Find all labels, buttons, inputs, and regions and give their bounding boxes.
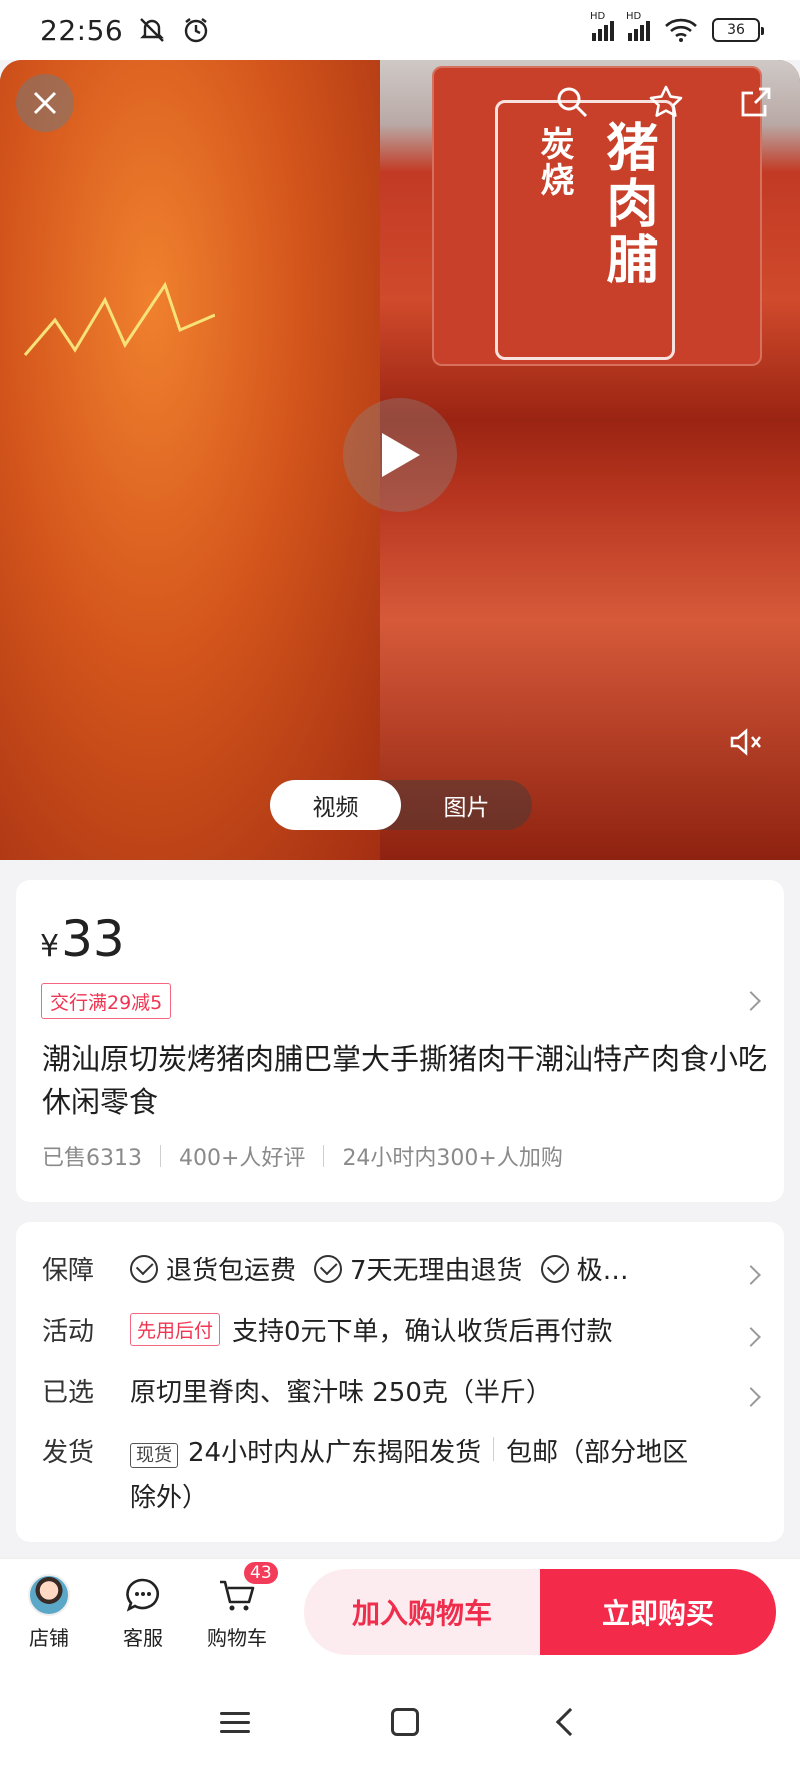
product-image-left xyxy=(0,60,380,860)
price-value: 33 xyxy=(61,910,125,968)
check-icon xyxy=(314,1254,343,1283)
mute-icon xyxy=(730,728,761,756)
buy-now-button[interactable]: 立即购买 xyxy=(540,1569,776,1655)
selected-variant: 原切里脊肉、蜜汁味 250克（半斤） xyxy=(130,1378,552,1408)
battery-level: 36 xyxy=(727,22,745,38)
activity-row[interactable]: 活动 先用后付 支持0元下单，确认收货后再付款 xyxy=(42,1311,758,1348)
check-icon xyxy=(540,1254,569,1283)
customer-service-button[interactable]: 客服 xyxy=(96,1574,190,1651)
service-label: 客服 xyxy=(123,1626,163,1650)
selected-row[interactable]: 已选 原切里脊肉、蜜汁味 250克（半斤） xyxy=(42,1372,758,1409)
selected-label: 已选 xyxy=(42,1378,95,1408)
activity-label: 活动 xyxy=(42,1317,95,1347)
star-icon xyxy=(649,85,683,117)
cart-count-badge: 43 xyxy=(242,1560,280,1586)
status-time: 22:56 xyxy=(40,13,124,47)
store-button[interactable]: 店铺 xyxy=(2,1574,96,1651)
bottom-action-bar: 店铺 客服 购物车 43 加入购物车 立即购买 xyxy=(0,1558,800,1666)
guarantee-label: 保障 xyxy=(42,1256,95,1286)
add-to-cart-button[interactable]: 加入购物车 xyxy=(304,1569,540,1655)
tab-images[interactable]: 图片 xyxy=(401,780,532,830)
chat-icon xyxy=(126,1578,159,1612)
check-icon xyxy=(130,1254,158,1283)
recent-add-count: 24小时内300+人加购 xyxy=(342,1146,563,1171)
menu-icon[interactable] xyxy=(220,1706,251,1739)
product-price: ¥ 33 xyxy=(40,910,125,968)
guarantee-row[interactable]: 保障 退货包运费 7天无理由退货 极… xyxy=(42,1250,758,1287)
package-text-small: 炭烧 xyxy=(534,126,574,198)
shipping-row: 发货 现货 24小时内从广东揭阳发货 包邮（部分地区除外） xyxy=(42,1432,758,1519)
share-icon xyxy=(741,87,771,117)
shipping-label: 发货 xyxy=(42,1438,95,1468)
media-tabs: 视频 图片 xyxy=(270,780,532,830)
cart-label: 购物车 xyxy=(207,1626,267,1650)
close-button[interactable] xyxy=(16,74,74,132)
sold-count: 已售6313 xyxy=(42,1146,142,1171)
pay-later-badge: 先用后付 xyxy=(130,1313,221,1346)
close-icon xyxy=(33,91,57,115)
shipping-time: 24小时内从广东揭阳发货 xyxy=(188,1438,482,1468)
alarm-icon xyxy=(185,18,208,43)
store-label: 店铺 xyxy=(29,1626,69,1650)
sparkle-doodle xyxy=(23,281,215,356)
product-stats: 已售6313 400+人好评 24小时内300+人加购 xyxy=(42,1140,563,1172)
promo-chevron-icon[interactable] xyxy=(741,991,761,1011)
play-button[interactable] xyxy=(343,398,457,512)
play-icon xyxy=(382,433,420,477)
promo-tag[interactable]: 交行满29减5 xyxy=(41,983,172,1019)
back-icon[interactable] xyxy=(555,1707,584,1737)
guarantee-item: 极… xyxy=(576,1256,629,1286)
home-icon[interactable] xyxy=(390,1708,419,1736)
share-button[interactable] xyxy=(736,82,776,122)
product-info-card: ¥ 33 交行满29减5 潮汕原切炭烤猪肉脯巴掌大手撕猪肉干潮汕特产肉食小吃休闲… xyxy=(16,880,784,1202)
guarantee-item: 退货包运费 xyxy=(166,1256,297,1286)
tab-video[interactable]: 视频 xyxy=(270,780,401,830)
in-stock-badge: 现货 xyxy=(130,1443,178,1468)
package-text-big: 猪肉脯 xyxy=(597,120,657,288)
product-details-card: 保障 退货包运费 7天无理由退货 极… 活动 先用后付 支持0元下单，确认收货后… xyxy=(16,1222,784,1542)
mute-icon xyxy=(140,18,165,42)
favorite-button[interactable] xyxy=(646,82,686,122)
product-title: 潮汕原切炭烤猪肉脯巴掌大手撕猪肉干潮汕特产肉食小吃休闲零食 xyxy=(42,1042,768,1119)
activity-text: 支持0元下单，确认收货后再付款 xyxy=(232,1317,613,1347)
search-icon xyxy=(557,87,588,118)
good-review-count: 400+人好评 xyxy=(179,1146,306,1171)
mute-button[interactable] xyxy=(722,722,772,762)
cart-button[interactable]: 购物车 43 xyxy=(190,1560,284,1651)
search-button[interactable] xyxy=(552,82,592,122)
signal-hd-icon: HD xyxy=(626,11,650,41)
store-avatar xyxy=(28,1574,70,1616)
currency-symbol: ¥ xyxy=(40,929,60,964)
guarantee-item: 7天无理由退货 xyxy=(350,1256,523,1286)
system-nav-bar xyxy=(0,1666,800,1778)
wifi-icon xyxy=(665,18,697,42)
status-bar: 22:56 HD HD 36 xyxy=(0,0,800,60)
battery-icon: 36 xyxy=(712,18,764,42)
signal-hd-icon: HD xyxy=(590,11,614,41)
